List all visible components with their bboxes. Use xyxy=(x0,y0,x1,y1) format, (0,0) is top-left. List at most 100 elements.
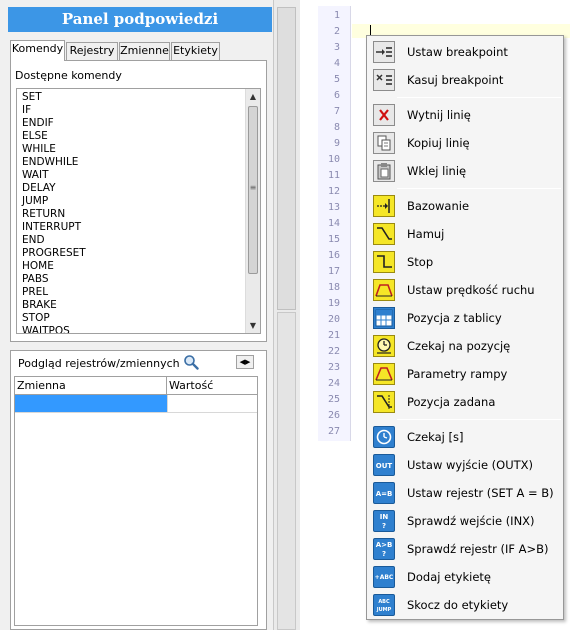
paste-line-icon xyxy=(373,160,395,182)
menu-item-homing[interactable]: Bazowanie xyxy=(369,193,561,219)
command-item[interactable]: WAITPOS xyxy=(22,325,86,333)
scroll-down-icon[interactable]: ▼ xyxy=(246,318,260,333)
command-item[interactable]: PROGRESET xyxy=(22,247,86,260)
scrollbar-thumb[interactable]: ≡ xyxy=(248,106,258,274)
menu-item-label: Sprawdź wejście (INX) xyxy=(407,514,535,528)
menu-item-label: Pozycja z tablicy xyxy=(407,311,502,325)
column-variable[interactable]: Zmienna xyxy=(15,377,167,394)
cut-line-icon xyxy=(373,104,395,126)
menu-item-copy-line[interactable]: Kopiuj linię xyxy=(369,130,561,156)
menu-item-set-register[interactable]: A=B Ustaw rejestr (SET A = B) xyxy=(369,480,561,506)
menu-item-target-position[interactable]: Pozycja zadana xyxy=(369,389,561,415)
hint-panel: Panel podpowiedzi Komendy Rejestry Zmien… xyxy=(0,0,273,630)
command-item[interactable]: SET xyxy=(22,91,86,104)
menu-item-label: Sprawdź rejestr (IF A>B) xyxy=(407,542,549,556)
line-number: 1 xyxy=(333,10,340,21)
menu-item-add-label[interactable]: +ABC Dodaj etykietę xyxy=(369,564,561,590)
command-item[interactable]: RETURN xyxy=(22,208,86,221)
command-item[interactable]: ENDWHILE xyxy=(22,156,86,169)
wait-position-icon xyxy=(373,335,395,357)
menu-item-set-breakpoint[interactable]: Ustaw breakpoint xyxy=(369,39,561,65)
pager-arrows-icon[interactable]: ◀▶ xyxy=(236,355,254,369)
line-number-gutter[interactable]: 1 2 3 4 5 6 7 8 9 10 11 12 13 14 15 16 17 18 19 20 21 22 23 24 2… xyxy=(318,6,350,441)
menu-item-brake[interactable]: Hamuj xyxy=(369,221,561,247)
line-number: 20 xyxy=(327,314,340,325)
splitter-lower xyxy=(277,312,296,630)
command-item[interactable]: END xyxy=(22,234,86,247)
grip-icon: ≡ xyxy=(249,183,257,192)
menu-item-check-register[interactable]: A>B? Sprawdź rejestr (IF A>B) xyxy=(369,536,561,562)
panel-title: Panel podpowiedzi xyxy=(8,7,272,32)
menu-item-stop[interactable]: Stop xyxy=(369,249,561,275)
menu-item-clear-breakpoint[interactable]: Kasuj breakpoint xyxy=(369,67,561,93)
line-number: 6 xyxy=(333,90,340,101)
scroll-up-icon[interactable]: ▲ xyxy=(246,89,260,104)
table-cell-variable-selected[interactable] xyxy=(15,395,167,412)
command-item[interactable]: PREL xyxy=(22,286,86,299)
line-number: 16 xyxy=(327,250,340,261)
menu-item-position-table[interactable]: Pozycja z tablicy xyxy=(369,305,561,331)
menu-item-wait-seconds[interactable]: Czekaj [s] xyxy=(369,424,561,450)
out-icon-text: OUT xyxy=(375,462,393,470)
set-speed-icon xyxy=(373,279,395,301)
line-number: 18 xyxy=(327,282,340,293)
menu-item-set-output[interactable]: OUT Ustaw wyjście (OUTX) xyxy=(369,452,561,478)
tab-labels[interactable]: Etykiety xyxy=(171,42,220,60)
command-item[interactable]: IF xyxy=(22,104,86,117)
line-number: 27 xyxy=(327,426,340,437)
command-item[interactable]: HOME xyxy=(22,260,86,273)
command-item[interactable]: BRAKE xyxy=(22,299,86,312)
command-item[interactable]: INTERRUPT xyxy=(22,221,86,234)
command-item[interactable]: STOP xyxy=(22,312,86,325)
ramp-params-icon xyxy=(373,363,395,385)
menu-item-label: Wklej linię xyxy=(407,164,467,178)
menu-item-label: Ustaw rejestr (SET A = B) xyxy=(407,486,554,500)
menu-item-wait-position[interactable]: Czekaj na pozycję xyxy=(369,333,561,359)
command-item[interactable]: WHILE xyxy=(22,143,86,156)
line-number: 25 xyxy=(327,394,340,405)
tab-registers[interactable]: Rejestry xyxy=(66,42,118,60)
menu-item-cut-line[interactable]: Wytnij linię xyxy=(369,102,561,128)
menu-item-jump-label[interactable]: ABC JUMP Skocz do etykiety xyxy=(369,592,561,618)
command-item[interactable]: ENDIF xyxy=(22,117,86,130)
in-icon-q: ? xyxy=(381,522,387,530)
commands-list[interactable]: SET IF ENDIF ELSE WHILE ENDWHILE WAIT DELAY JUMP… xyxy=(16,88,261,334)
command-item[interactable]: ELSE xyxy=(22,130,86,143)
menu-item-label: Skocz do etykiety xyxy=(407,598,509,612)
menu-item-label: Parametry rampy xyxy=(407,367,508,381)
registers-group: Podgląd rejestrów/zmiennych ◀▶ Zmienna W… xyxy=(10,350,267,630)
line-number: 10 xyxy=(327,154,340,165)
menu-separator xyxy=(397,188,561,189)
line-number: 24 xyxy=(327,378,340,389)
table-cell-value[interactable] xyxy=(167,395,259,412)
menu-item-check-input[interactable]: IN? Sprawdź wejście (INX) xyxy=(369,508,561,534)
command-item[interactable]: JUMP xyxy=(22,195,86,208)
command-item[interactable]: PABS xyxy=(22,273,86,286)
menu-separator xyxy=(397,419,561,420)
position-table-icon xyxy=(373,307,395,329)
magnifier-icon[interactable] xyxy=(183,354,199,370)
menu-item-label: Ustaw breakpoint xyxy=(407,45,508,59)
commands-scrollbar[interactable]: ▲ ≡ ▼ xyxy=(245,89,260,333)
abc-icon-text: +ABC xyxy=(374,574,394,581)
menu-item-ramp-params[interactable]: Parametry rampy xyxy=(369,361,561,387)
line-number: 3 xyxy=(333,42,340,53)
brake-icon xyxy=(373,223,395,245)
menu-item-label: Ustaw wyjście (OUTX) xyxy=(407,458,534,472)
context-menu: Ustaw breakpoint Kasuj breakpoint Wytnij l… xyxy=(366,35,564,620)
command-item[interactable]: DELAY xyxy=(22,182,86,195)
line-number: 15 xyxy=(327,234,340,245)
table-row[interactable] xyxy=(15,395,257,413)
menu-item-label: Wytnij linię xyxy=(407,108,471,122)
column-value[interactable]: Wartość xyxy=(167,377,259,394)
gutter-divider xyxy=(350,6,351,441)
tab-commands[interactable]: Komendy xyxy=(10,40,65,61)
menu-item-paste-line[interactable]: Wklej linię xyxy=(369,158,561,184)
splitter-handle[interactable] xyxy=(277,7,296,310)
command-item[interactable]: WAIT xyxy=(22,169,86,182)
registers-table[interactable]: Zmienna Wartość xyxy=(14,376,258,626)
menu-item-set-speed[interactable]: Ustaw prędkość ruchu xyxy=(369,277,561,303)
panel-splitter[interactable] xyxy=(273,0,300,630)
tab-variables[interactable]: Zmienne xyxy=(119,42,170,60)
line-number: 9 xyxy=(333,138,340,149)
